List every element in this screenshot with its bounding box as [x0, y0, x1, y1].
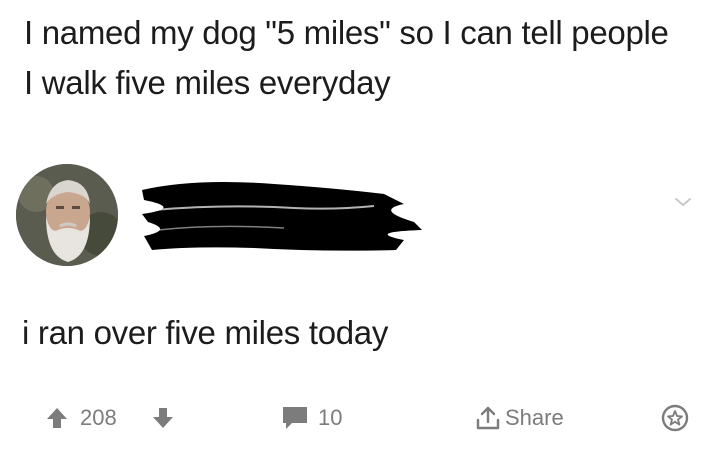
comment-action-bar: 208 10 Share [0, 395, 720, 441]
post-title: I named my dog "5 miles" so I can tell p… [24, 14, 669, 101]
share-button[interactable] [474, 403, 502, 433]
comment-body: i ran over five miles today [22, 314, 389, 351]
reply-button[interactable] [280, 403, 310, 433]
avatar[interactable] [16, 164, 118, 266]
reply-count: 10 [318, 405, 343, 430]
downvote-button[interactable] [150, 403, 176, 433]
comment-header [16, 160, 706, 270]
arrow-up-icon [47, 408, 67, 428]
speech-bubble-icon [283, 407, 307, 429]
share-icon [476, 406, 500, 430]
share-label[interactable]: Share [505, 403, 564, 433]
vote-score: 208 [80, 405, 117, 430]
arrow-down-icon [153, 408, 173, 428]
upvote-button[interactable] [44, 403, 70, 433]
chevron-down-icon[interactable] [671, 190, 695, 214]
award-button[interactable] [661, 403, 689, 433]
redacted-username [142, 182, 422, 251]
award-icon [661, 404, 689, 432]
avatar-portrait [16, 164, 118, 266]
